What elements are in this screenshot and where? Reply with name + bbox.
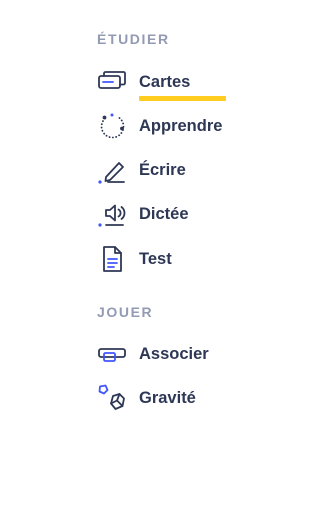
write-pen-icon [96,154,128,186]
mode-item-label: Cartes [139,73,227,101]
test-document-icon [96,243,128,275]
mode-item-dictation[interactable]: Dictée [96,197,296,231]
mode-item-label: Apprendre [139,117,223,135]
match-cards-icon [96,338,128,370]
study-modes-panel: ÉTUDIER Cartes Apprendre Écrire Dictée T… [0,0,315,512]
mode-item-gravity[interactable]: Gravité [96,381,296,415]
mode-item-cards[interactable]: Cartes [96,65,296,101]
mode-item-test[interactable]: Test [96,242,296,276]
mode-item-label: Écrire [139,161,186,179]
mode-item-match[interactable]: Associer [96,337,296,371]
mode-item-label: Associer [139,345,209,363]
section-label-study: ÉTUDIER [97,31,170,47]
speaker-icon [96,198,128,230]
mode-item-label: Test [139,250,172,268]
gravity-asteroid-icon [96,382,128,414]
mode-item-label: Gravité [139,389,196,407]
mode-item-write[interactable]: Écrire [96,153,296,187]
section-label-play: JOUER [97,304,154,320]
mode-item-label: Dictée [139,205,189,223]
learn-cycle-icon [96,110,128,142]
mode-item-learn[interactable]: Apprendre [96,109,296,143]
flashcards-icon [96,66,128,98]
